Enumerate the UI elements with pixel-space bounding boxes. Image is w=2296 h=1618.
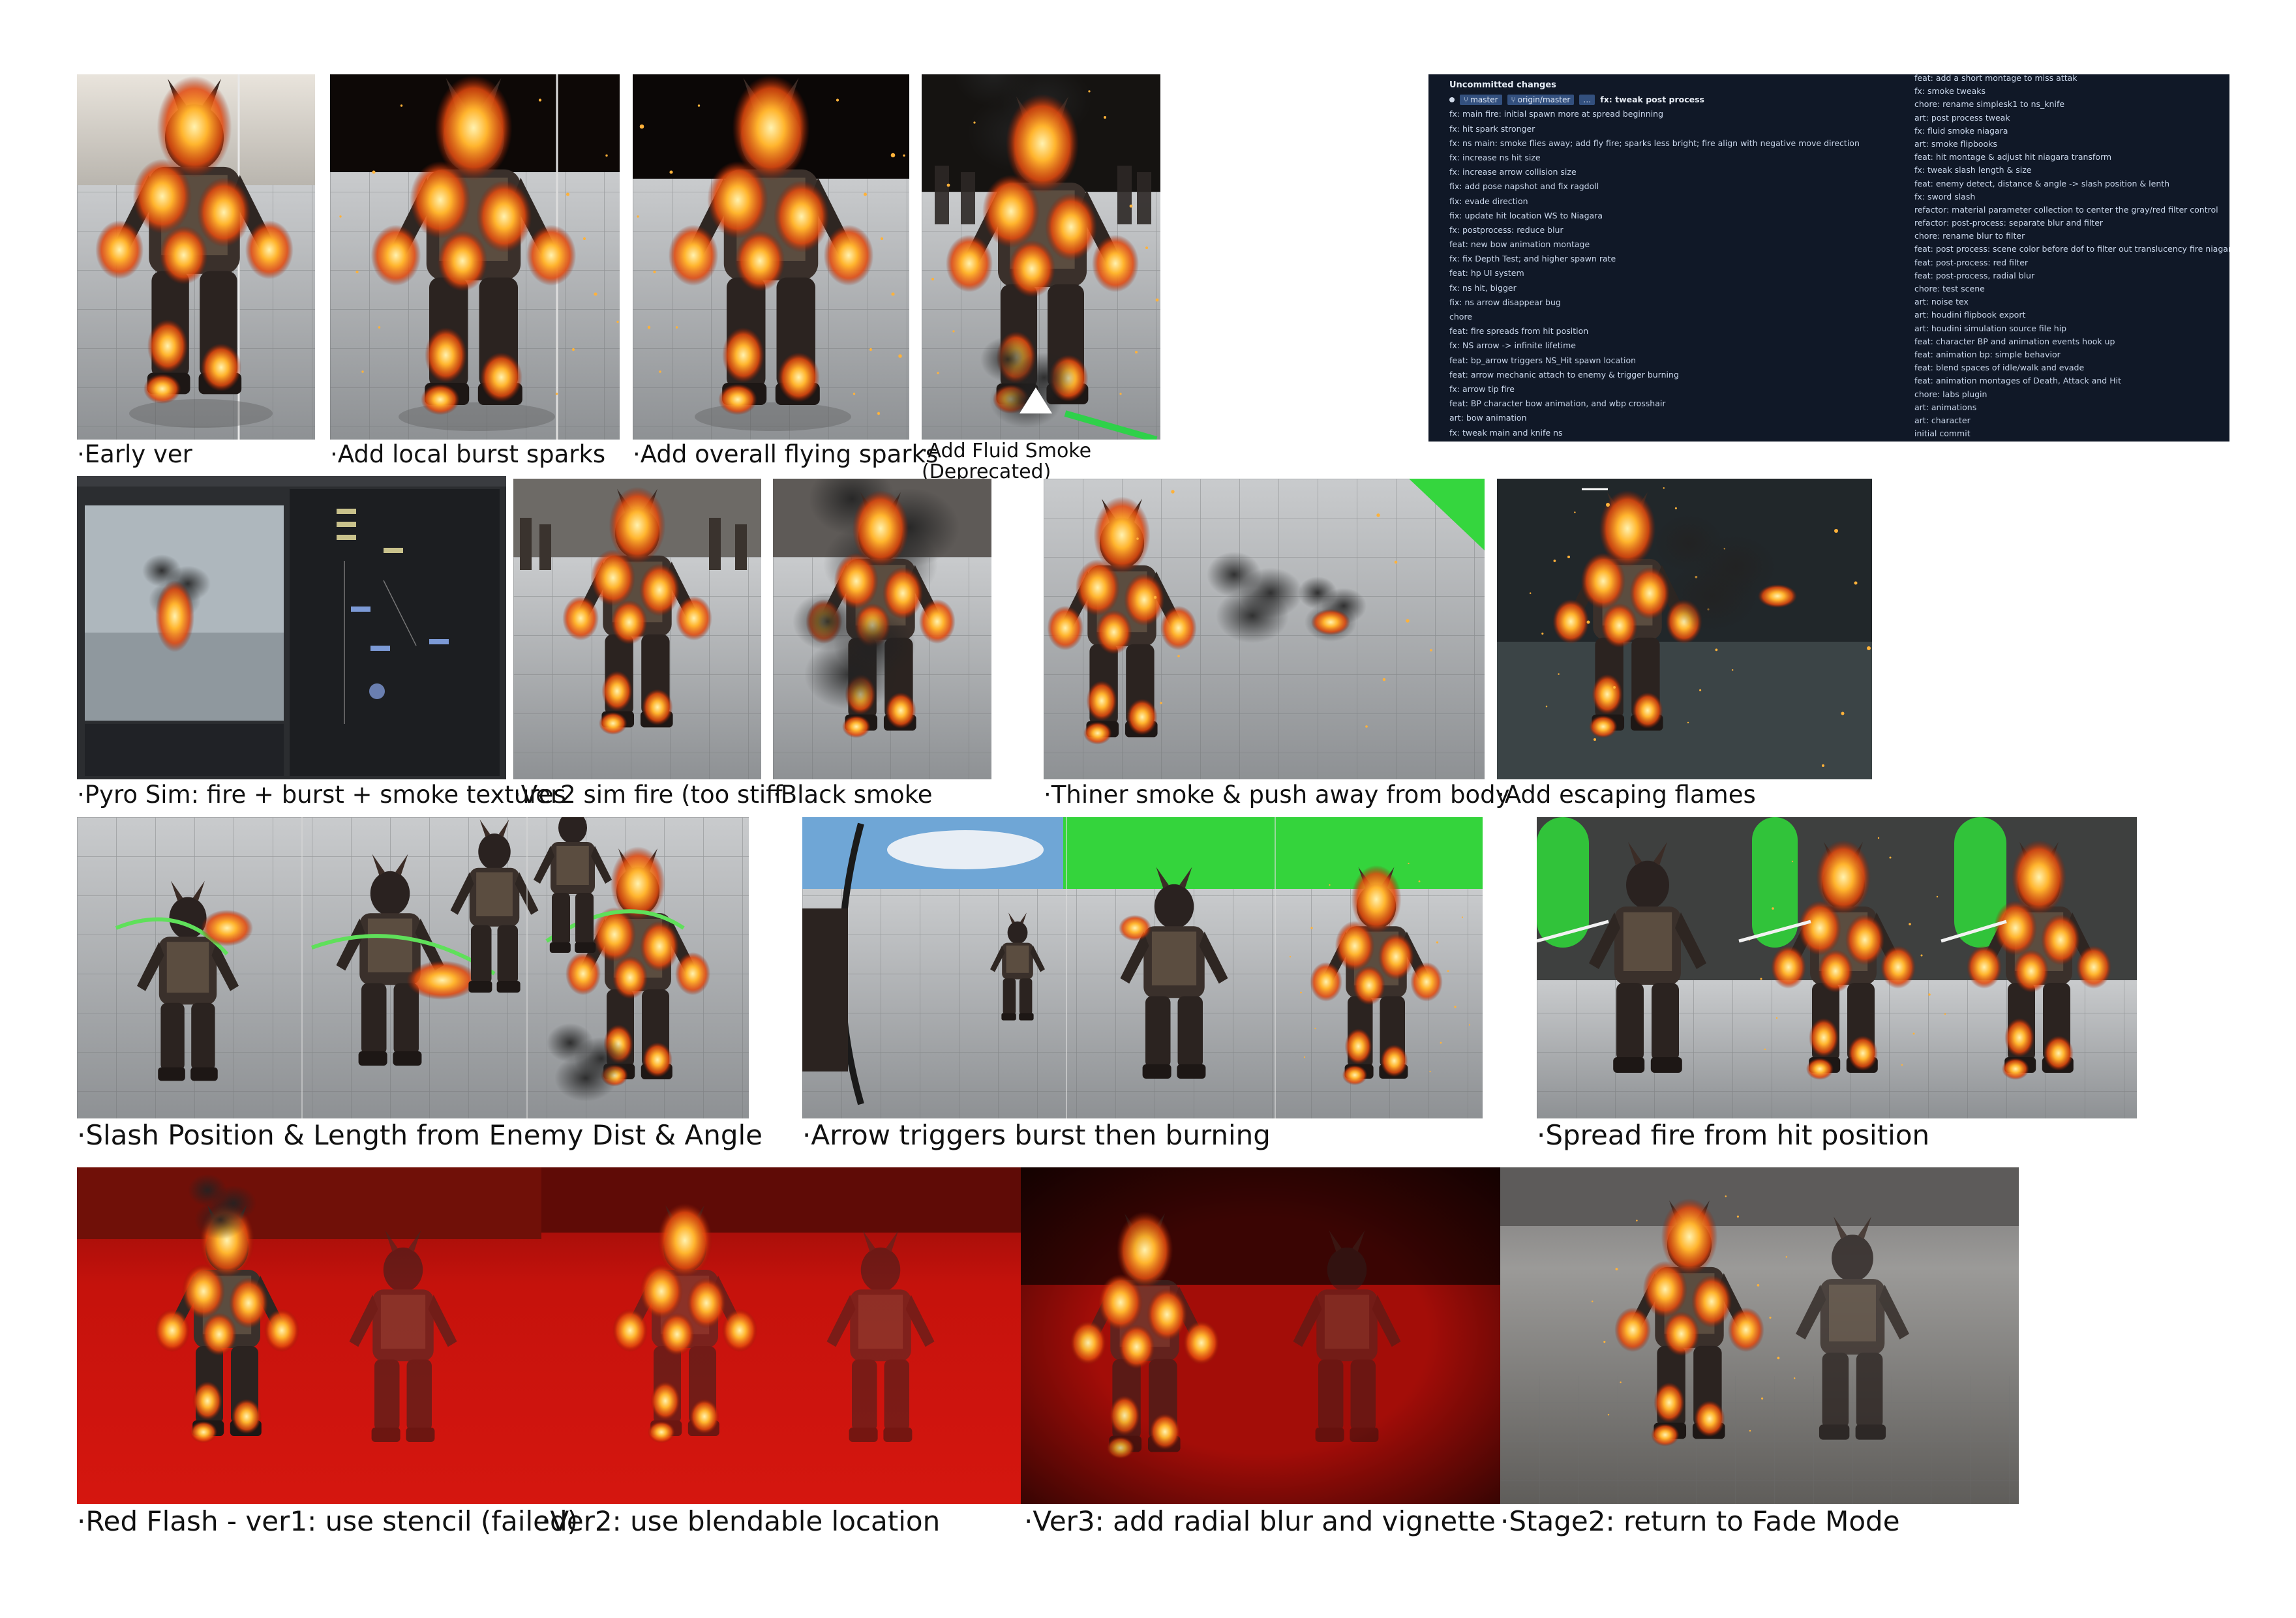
caption-overall-flying-sparks: ·Add overall flying sparks [633, 440, 939, 468]
image-escaping-flames [1497, 479, 1872, 779]
commit-row[interactable]: fix: ns arrow disappear bug [1449, 295, 1860, 310]
image-arrow-triggers-burst [802, 817, 1483, 1118]
caption-red-flash-ver1: ·Red Flash - ver1: use stencil (failed) [77, 1505, 579, 1537]
commit-row[interactable]: feat: animation bp: simple behavior [1914, 348, 2229, 361]
commit-row[interactable]: fx: smoke tweaks [1914, 85, 2229, 98]
uncommitted-changes: Uncommitted changes [1449, 80, 1556, 90]
commit-row[interactable]: feat: post process: scene color before d… [1914, 243, 2229, 256]
commit-row[interactable]: fix: update hit location WS to Niagara [1449, 209, 1860, 223]
git-commit-log: Uncommitted changes ⑂ master ⑂ origin/mast… [1428, 74, 2229, 442]
commit-row[interactable]: art: character [1914, 414, 2229, 427]
commit-row[interactable]: feat: add a short montage to miss attak [1914, 74, 2229, 85]
caption-black-smoke: ·Black smoke [773, 781, 933, 809]
commit-row[interactable]: art: animations [1914, 401, 2229, 414]
caption-thiner-smoke: ·Thiner smoke & push away from body [1044, 781, 1510, 809]
caption-pyro-sim: ·Pyro Sim: fire + burst + smoke textures [77, 781, 566, 809]
image-thiner-smoke [1044, 479, 1485, 779]
commit-row[interactable]: feat: animation montages of Death, Attac… [1914, 374, 2229, 387]
caption-red-flash-ver3: ·Ver3: add radial blur and vignette [1024, 1505, 1496, 1537]
more-branches-icon[interactable]: … [1579, 95, 1595, 106]
image-overall-flying-sparks [633, 74, 909, 440]
commit-row[interactable]: art: post process tweak [1914, 112, 2229, 125]
image-red-flash-ver1 [77, 1167, 541, 1504]
image-stage2-fade-mode [1500, 1167, 2019, 1504]
commit-row[interactable]: fx: tweak slash length & size [1914, 164, 2229, 177]
image-early-ver [77, 74, 315, 440]
commit-row[interactable]: chore: rename simplesk1 to ns_knife [1914, 98, 2229, 111]
caption-red-flash-ver2: ·Ver2: use blendable location [541, 1505, 941, 1537]
commit-row[interactable]: fx: main fire: initial spawn more at spr… [1449, 107, 1860, 121]
commit-row[interactable]: fix: evade direction [1449, 194, 1860, 209]
commit-row[interactable]: art: houdini flipbook export [1914, 308, 2229, 322]
commit-row[interactable]: feat: BP character bow animation, and wb… [1449, 397, 1860, 411]
head-commit[interactable]: fx: tweak post process [1600, 93, 1704, 107]
commit-row[interactable]: art: bow animation [1449, 411, 1860, 425]
commit-row[interactable]: feat: enemy detect, distance & angle -> … [1914, 177, 2229, 190]
commit-row[interactable]: chore [1449, 310, 1860, 324]
commit-row[interactable]: feat: fire spreads from hit position [1449, 324, 1860, 338]
caption-stage2-fade-mode: ·Stage2: return to Fade Mode [1500, 1505, 1900, 1537]
image-black-smoke [773, 479, 991, 779]
image-red-flash-ver2 [541, 1167, 1021, 1504]
commit-row[interactable]: fx: tweak main and knife ns [1449, 426, 1860, 440]
commit-row[interactable]: fx: sword slash [1914, 190, 2229, 203]
commit-row[interactable]: feat: hit montage & adjust hit niagara t… [1914, 151, 2229, 164]
caption-fluid-smoke: ·Add Fluid Smoke (Deprecated) [922, 440, 1092, 483]
commit-row[interactable]: fx: arrow tip fire [1449, 382, 1860, 397]
commit-row[interactable]: feat: character BP and animation events … [1914, 335, 2229, 348]
commit-row[interactable]: chore: test scene [1914, 282, 2229, 295]
commit-row[interactable]: fx: NS arrow -> infinite lifetime [1449, 338, 1860, 353]
image-red-flash-ver3 [1021, 1167, 1500, 1504]
commit-row[interactable]: feat: hp UI system [1449, 266, 1860, 280]
commit-row[interactable]: initial commit [1914, 427, 2229, 440]
commit-row[interactable]: fx: ns main: smoke flies away; add fly f… [1449, 136, 1860, 151]
commit-row[interactable]: fix: add pose napshot and fix ragdoll [1449, 179, 1860, 194]
commit-row[interactable]: chore: rename blur to filter [1914, 230, 2229, 243]
branch-master[interactable]: ⑂ master [1460, 95, 1502, 106]
image-local-burst-sparks [330, 74, 620, 440]
commit-row[interactable]: fx: fluid smoke niagara [1914, 125, 2229, 138]
caption-early-ver: ·Early ver [77, 440, 192, 468]
commit-row[interactable]: feat: post-process: red filter [1914, 256, 2229, 269]
commit-row[interactable]: fx: ns hit, bigger [1449, 281, 1860, 295]
commit-row[interactable]: feat: arrow mechanic attach to enemy & t… [1449, 368, 1860, 382]
image-slash-position [77, 817, 749, 1118]
git-right-column: feat: add a short montage to miss attak f… [1914, 74, 2229, 440]
git-left-column: Uncommitted changes ⑂ master ⑂ origin/mast… [1449, 78, 1860, 440]
caption-escaping-flames: ·Add escaping flames [1497, 781, 1756, 809]
commit-row[interactable]: fx: hit spark stronger [1449, 122, 1860, 136]
commit-row[interactable]: art: noise tex [1914, 295, 2229, 308]
commit-row[interactable]: fx: increase ns hit size [1449, 151, 1860, 165]
commit-row[interactable]: feat: new bow animation montage [1449, 237, 1860, 252]
commit-row[interactable]: fx: fix Depth Test; and higher spawn rat… [1449, 252, 1860, 266]
head-row: ⑂ master ⑂ origin/master … fx: tweak post … [1449, 93, 1860, 107]
caption-slash-position: ·Slash Position & Length from Enemy Dist… [77, 1119, 763, 1151]
caption-local-burst-sparks: ·Add local burst sparks [330, 440, 606, 468]
branch-origin-master[interactable]: ⑂ origin/master [1507, 95, 1575, 106]
commit-row[interactable]: fx: postprocess: reduce blur [1449, 223, 1860, 237]
branch-icon: ⑂ [1464, 95, 1469, 105]
image-fluid-smoke [922, 74, 1160, 440]
commit-row[interactable]: refactor: post-process: separate blur an… [1914, 217, 2229, 230]
caption-spread-fire: ·Spread fire from hit position [1537, 1119, 1930, 1151]
commit-row[interactable]: art: houdini simulation source file hip [1914, 322, 2229, 335]
head-dot-icon [1449, 97, 1455, 103]
commit-row[interactable]: chore: labs plugin [1914, 388, 2229, 401]
image-pyro-sim [77, 476, 506, 779]
commit-row[interactable]: feat: post-process, radial blur [1914, 269, 2229, 282]
caption-ver2-sim-fire: ·Ver2 sim fire (too stiff [513, 781, 783, 809]
commit-row[interactable]: refactor: material parameter collection … [1914, 203, 2229, 217]
image-spread-fire [1537, 817, 2137, 1118]
commit-row[interactable]: feat: blend spaces of idle/walk and evad… [1914, 361, 2229, 374]
caption-arrow-triggers-burst: ·Arrow triggers burst then burning [802, 1119, 1271, 1151]
commit-row[interactable]: fx: increase arrow collision size [1449, 165, 1860, 179]
branch-icon: ⑂ [1511, 95, 1516, 105]
commit-row[interactable]: art: smoke flipbooks [1914, 138, 2229, 151]
commit-row[interactable]: feat: bp_arrow triggers NS_Hit spawn loc… [1449, 353, 1860, 368]
image-ver2-sim-fire [513, 479, 761, 779]
